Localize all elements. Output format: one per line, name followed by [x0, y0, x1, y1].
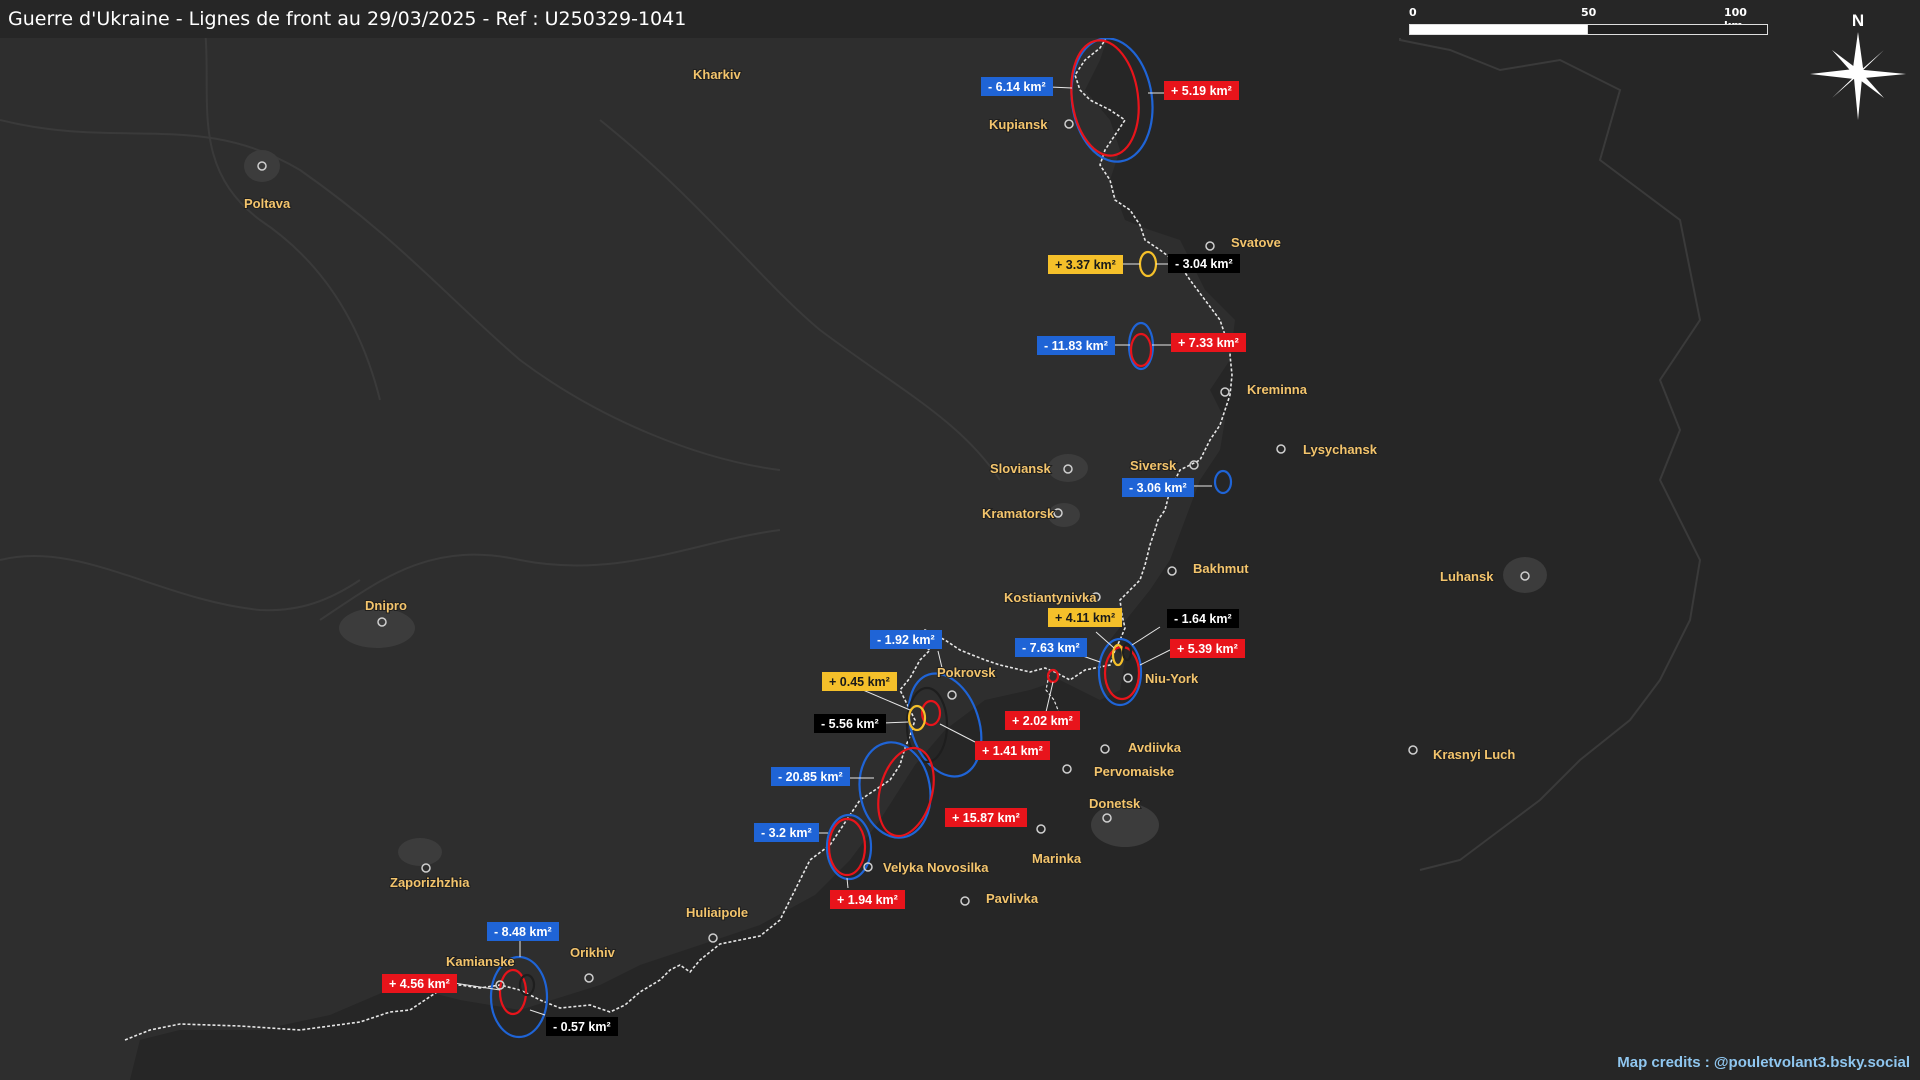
area-change-value: - 1.92 km²: [877, 633, 935, 647]
area-change-badge-kamianske-gain: + 4.56 km²: [382, 974, 457, 993]
compass-north-label: N: [1852, 11, 1864, 30]
scale-bar: 0 50 100 km: [1409, 4, 1769, 35]
city-label-kramatorsk: Kramatorsk: [982, 506, 1055, 521]
area-change-value: + 3.37 km²: [1055, 258, 1116, 272]
area-change-badge-kamianske-black: - 0.57 km²: [546, 1017, 618, 1036]
area-change-badge-pokrovsk-loss: - 1.92 km²: [870, 630, 942, 649]
area-change-badge-kamianske-loss: - 8.48 km²: [487, 922, 559, 941]
area-change-badge-pokrovsk-gain: + 1.41 km²: [975, 741, 1050, 760]
city-label-pavlivka: Pavlivka: [986, 891, 1039, 906]
area-change-badge-kostiantynivka-yellow: + 4.11 km²: [1048, 608, 1122, 627]
area-change-value: - 8.48 km²: [494, 925, 552, 939]
area-change-badge-pokrovsk-yellow: + 0.45 km²: [822, 672, 897, 691]
city-label-niu-york: Niu-York: [1145, 671, 1199, 686]
area-change-value: + 5.39 km²: [1177, 642, 1238, 656]
city-label-kostiantynivka: Kostiantynivka: [1004, 590, 1097, 605]
city-label-bakhmut: Bakhmut: [1193, 561, 1249, 576]
area-change-value: - 3.06 km²: [1129, 481, 1187, 495]
city-label-zaporizhzhia: Zaporizhzhia: [390, 875, 470, 890]
map-title: Guerre d'Ukraine - Lignes de front au 29…: [8, 8, 687, 30]
city-label-lysychansk: Lysychansk: [1303, 442, 1378, 457]
city-label-donetsk: Donetsk: [1089, 796, 1141, 811]
scale-label-0: 0: [1409, 6, 1417, 19]
area-change-value: - 1.64 km²: [1174, 612, 1232, 626]
north-arrow-compass-icon: N: [1810, 11, 1906, 120]
area-change-value: + 1.94 km²: [837, 893, 898, 907]
map-credits: Map credits : @pouletvolant3.bsky.social: [1617, 1054, 1910, 1071]
area-change-value: + 7.33 km²: [1178, 336, 1239, 350]
area-change-badge-kreminna-loss: - 11.83 km²: [1037, 336, 1115, 355]
area-change-value: - 7.63 km²: [1022, 641, 1080, 655]
area-change-value: + 15.87 km²: [952, 811, 1020, 825]
area-change-value: - 6.14 km²: [988, 80, 1046, 94]
city-label-kupiansk: Kupiansk: [989, 117, 1048, 132]
area-change-badge-kupiansk-loss: - 6.14 km²: [981, 77, 1053, 96]
city-label-dnipro: Dnipro: [365, 598, 407, 613]
city-label-kamianske: Kamianske: [446, 954, 515, 969]
city-label-krasnyi-luch: Krasnyi Luch: [1433, 747, 1515, 762]
area-change-value: + 4.56 km²: [389, 977, 450, 991]
area-change-value: + 0.45 km²: [829, 675, 890, 689]
area-change-badge-kreminna-gain: + 7.33 km²: [1171, 333, 1246, 352]
area-change-badge-kostiantynivka-loss: - 7.63 km²: [1015, 638, 1087, 657]
area-change-badge-velyka-loss: - 3.2 km²: [754, 823, 819, 842]
area-change-badge-kurakhove-loss: - 20.85 km²: [771, 767, 850, 786]
area-change-value: - 3.04 km²: [1175, 257, 1233, 271]
area-change-value: - 20.85 km²: [778, 770, 843, 784]
city-label-kharkiv: Kharkiv: [693, 67, 741, 82]
city-label-huliaipole: Huliaipole: [686, 905, 748, 920]
city-label-orikhiv: Orikhiv: [570, 945, 616, 960]
front-line-map[interactable]: Kharkiv Poltava Kupiansk Svatove Kreminna Lys…: [0, 0, 1920, 1080]
city-label-velyka-novosilka: Velyka Novosilka: [883, 860, 989, 875]
city-label-siversk: Siversk: [1130, 458, 1177, 473]
area-change-badge-siversk-loss: - 3.06 km²: [1122, 478, 1194, 497]
area-change-value: - 3.2 km²: [761, 826, 812, 840]
area-change-value: + 4.11 km²: [1055, 611, 1115, 625]
city-label-marinka: Marinka: [1032, 851, 1082, 866]
area-change-badge-kostiantynivka-gain: + 5.39 km²: [1170, 639, 1245, 658]
area-change-badge-kostiantynivka-black: - 1.64 km²: [1167, 609, 1239, 628]
city-label-kreminna: Kreminna: [1247, 382, 1308, 397]
area-change-badge-velyka-gain: + 1.94 km²: [830, 890, 905, 909]
city-label-avdiivka: Avdiivka: [1128, 740, 1182, 755]
area-change-value: - 5.56 km²: [821, 717, 879, 731]
scale-bar-black: [1587, 24, 1768, 35]
area-change-badge-svatove-yellow: + 3.37 km²: [1048, 255, 1123, 274]
city-label-svatove: Svatove: [1231, 235, 1281, 250]
scale-label-50: 50: [1581, 6, 1597, 19]
city-label-sloviansk: Sloviansk: [990, 461, 1051, 476]
area-change-value: - 11.83 km²: [1044, 339, 1108, 353]
area-change-badge-svatove-black: - 3.04 km²: [1168, 254, 1240, 273]
area-change-badge-kupiansk-gain: + 5.19 km²: [1164, 81, 1239, 100]
city-label-luhansk: Luhansk: [1440, 569, 1494, 584]
area-change-badge-pokrovsk-gain-east: + 2.02 km²: [1005, 711, 1080, 730]
city-label-poltava: Poltava: [244, 196, 291, 211]
area-change-badge-kurakhove-gain: + 15.87 km²: [945, 808, 1027, 827]
area-change-value: + 2.02 km²: [1012, 714, 1073, 728]
city-label-pokrovsk: Pokrovsk: [937, 665, 996, 680]
area-change-value: + 5.19 km²: [1171, 84, 1232, 98]
area-change-value: + 1.41 km²: [982, 744, 1043, 758]
area-change-badge-pokrovsk-black: - 5.56 km²: [814, 714, 886, 733]
area-change-value: - 0.57 km²: [553, 1020, 611, 1034]
city-label-pervomaiske: Pervomaiske: [1094, 764, 1174, 779]
